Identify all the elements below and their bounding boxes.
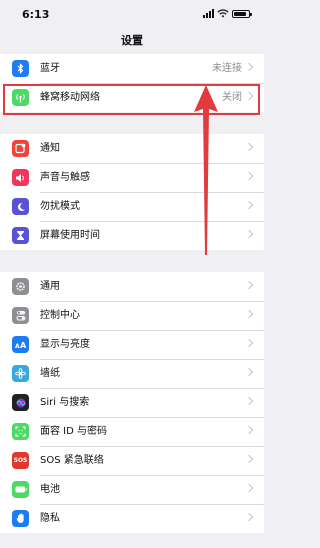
notifications-icon bbox=[12, 140, 29, 157]
chevron-right-icon bbox=[244, 512, 254, 522]
settings-row-control-center[interactable]: 控制中心 bbox=[0, 301, 264, 330]
settings-row-wallpaper[interactable]: 墙纸 bbox=[0, 359, 264, 388]
chevron-right-icon bbox=[244, 425, 254, 435]
settings-row-battery[interactable]: 电池 bbox=[0, 475, 264, 504]
flower-icon bbox=[12, 365, 29, 382]
speaker-icon bbox=[12, 169, 29, 186]
settings-row-label: 蓝牙 bbox=[40, 63, 60, 74]
settings-row-label: 隐私 bbox=[40, 513, 60, 524]
settings-row-display[interactable]: A A 显示与亮度 bbox=[0, 330, 264, 359]
settings-row-label: 控制中心 bbox=[40, 310, 80, 321]
chevron-right-icon bbox=[244, 280, 254, 290]
settings-row-bluetooth[interactable]: 蓝牙 未连接 bbox=[0, 54, 264, 83]
signal-icon bbox=[203, 9, 214, 18]
settings-group-general: 通用控制中心 A A 显示与亮度墙纸 Siri 与搜索面容 ID 与密码 SOS SOS 紧… bbox=[0, 272, 264, 533]
settings-row-value: 未连接 bbox=[212, 63, 242, 74]
settings-row-label: 通知 bbox=[40, 143, 60, 154]
chevron-right-icon bbox=[244, 483, 254, 493]
face-id-icon bbox=[12, 423, 29, 440]
settings-row-privacy[interactable]: 隐私 bbox=[0, 504, 264, 533]
settings-row-label: 显示与亮度 bbox=[40, 339, 90, 350]
battery-icon bbox=[12, 481, 29, 498]
settings-row-label: 墙纸 bbox=[40, 368, 60, 379]
settings-row-siri[interactable]: Siri 与搜索 bbox=[0, 388, 264, 417]
chevron-right-icon bbox=[244, 309, 254, 319]
settings-row-sos[interactable]: SOS SOS 紧急联络 bbox=[0, 446, 264, 475]
gear-icon bbox=[12, 278, 29, 295]
text-size-icon: AA bbox=[12, 336, 29, 353]
settings-row-label: SOS 紧急联络 bbox=[40, 455, 104, 466]
hourglass-icon bbox=[12, 227, 29, 244]
battery-status-icon bbox=[232, 9, 252, 18]
siri-icon bbox=[12, 394, 29, 411]
settings-row-label: 电池 bbox=[40, 484, 60, 495]
settings-row-label: Siri 与搜索 bbox=[40, 397, 90, 408]
settings-row-label: 声音与触感 bbox=[40, 172, 90, 183]
chevron-right-icon bbox=[244, 200, 254, 210]
chevron-right-icon bbox=[244, 142, 254, 152]
bluetooth-icon bbox=[12, 60, 29, 77]
settings-row-general[interactable]: 通用 bbox=[0, 272, 264, 301]
status-icons bbox=[203, 9, 252, 18]
moon-icon bbox=[12, 198, 29, 215]
chevron-right-icon bbox=[244, 396, 254, 406]
settings-row-face-id[interactable]: 面容 ID 与密码 bbox=[0, 417, 264, 446]
toggles-icon bbox=[12, 307, 29, 324]
settings-row-label: 勿扰模式 bbox=[40, 201, 80, 212]
settings-row-label: 面容 ID 与密码 bbox=[40, 426, 108, 437]
settings-row-label: 通用 bbox=[40, 281, 60, 292]
status-bar: 6:13 bbox=[0, 0, 264, 30]
settings-row-label: 屏幕使用时间 bbox=[40, 230, 100, 241]
chevron-right-icon bbox=[244, 338, 254, 348]
chevron-right-icon bbox=[244, 229, 254, 239]
chevron-right-icon bbox=[244, 62, 254, 72]
chevron-right-icon bbox=[244, 367, 254, 377]
hand-icon bbox=[12, 510, 29, 527]
red-arrow-annotation bbox=[194, 85, 218, 255]
page-title: 设置 bbox=[121, 34, 143, 47]
wifi-icon bbox=[217, 9, 229, 18]
chevron-right-icon bbox=[244, 171, 254, 181]
svg-text:A: A bbox=[20, 341, 26, 349]
status-time: 6:13 bbox=[22, 8, 50, 21]
chevron-right-icon bbox=[244, 454, 254, 464]
sos-icon: SOS bbox=[12, 452, 29, 469]
